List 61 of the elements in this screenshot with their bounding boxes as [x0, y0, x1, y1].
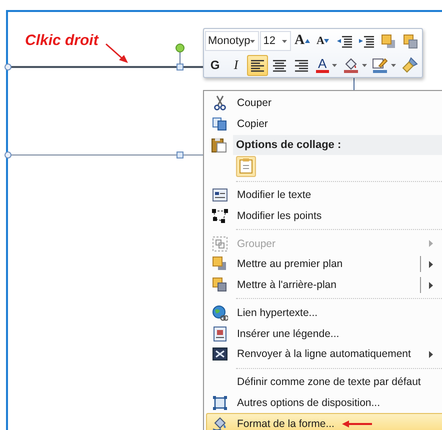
document-icon [212, 326, 228, 342]
annotation-text: Clkic droit [25, 32, 98, 49]
menu-item[interactable]: Lien hypertexte... [206, 302, 442, 324]
increase-indent-icon[interactable] [359, 34, 374, 48]
align-right-icon [295, 58, 308, 72]
menu-item[interactable]: Couper [206, 93, 442, 114]
menu-item[interactable]: Modifier le texte [206, 184, 442, 206]
paste-option-button[interactable] [236, 156, 256, 177]
line-shape[interactable] [4, 44, 203, 70]
menu-item[interactable]: Insérer une légende... [206, 323, 442, 344]
shrink-font-button[interactable]: A [313, 30, 333, 52]
font-field[interactable]: Monotyp [205, 31, 260, 51]
globe-icon [212, 304, 228, 321]
font-size-field[interactable]: 12 [260, 31, 291, 51]
menu-item[interactable]: Renvoyer à la ligne automatiquement [206, 344, 442, 365]
copy-icon [212, 116, 228, 132]
submenu-arrow-icon [429, 350, 433, 358]
pointer-arrow [106, 43, 128, 63]
dropdown-arrow-icon [332, 64, 337, 66]
align-left-button[interactable] [247, 54, 268, 76]
decrease-indent-icon[interactable] [337, 34, 352, 48]
section-heading: Options de collage : [236, 138, 342, 151]
send-backward-icon[interactable] [403, 34, 418, 48]
frame-icon [212, 394, 228, 411]
submenu-arrow-icon [429, 282, 433, 289]
menu-item[interactable]: Modifier les points [206, 206, 442, 226]
clipboard-icon [211, 136, 227, 153]
dropdown-arrow-icon[interactable] [390, 64, 396, 66]
submenu-arrow-icon [429, 240, 433, 248]
pen-icon[interactable] [372, 57, 388, 73]
brush-icon[interactable] [402, 57, 418, 73]
scissors-icon [212, 95, 228, 112]
down-caret-icon [324, 39, 330, 43]
bold-button[interactable]: G [205, 54, 225, 76]
menu-item[interactable]: Autres options de disposition... [206, 392, 442, 414]
menu-item[interactable]: Définir comme zone de texte par défaut [206, 372, 442, 392]
italic-button[interactable]: I [226, 54, 246, 76]
send-backward-icon [212, 277, 228, 294]
text-box-icon [212, 187, 228, 204]
grow-font-button[interactable]: A [292, 30, 312, 52]
menu-item[interactable]: Copier [206, 114, 442, 135]
paint-bucket-icon[interactable] [342, 57, 359, 73]
dropdown-arrow-icon[interactable] [362, 64, 367, 66]
submenu-arrow-icon [429, 260, 433, 268]
wrap-icon [212, 346, 228, 362]
align-center-icon [273, 58, 286, 72]
dropdown-arrow-icon [250, 40, 256, 42]
nodes-icon [212, 208, 228, 224]
paint-bucket-icon [212, 416, 228, 430]
dropdown-arrow-icon [282, 40, 287, 42]
menu-item[interactable]: Format de la forme... [206, 413, 442, 430]
line-shape[interactable] [4, 152, 204, 158]
menu-item[interactable]: Mettre au premier plan [206, 254, 442, 275]
up-caret-icon [304, 39, 310, 43]
menu-item[interactable]: Mettre à l'arrière-plan [206, 274, 442, 296]
bring-forward-icon [212, 256, 228, 272]
align-left-icon [251, 58, 264, 72]
group-icon [212, 236, 228, 252]
bring-forward-icon[interactable] [381, 34, 396, 48]
font-color-button[interactable]: A [313, 54, 340, 76]
pointer-arrow [342, 420, 372, 428]
